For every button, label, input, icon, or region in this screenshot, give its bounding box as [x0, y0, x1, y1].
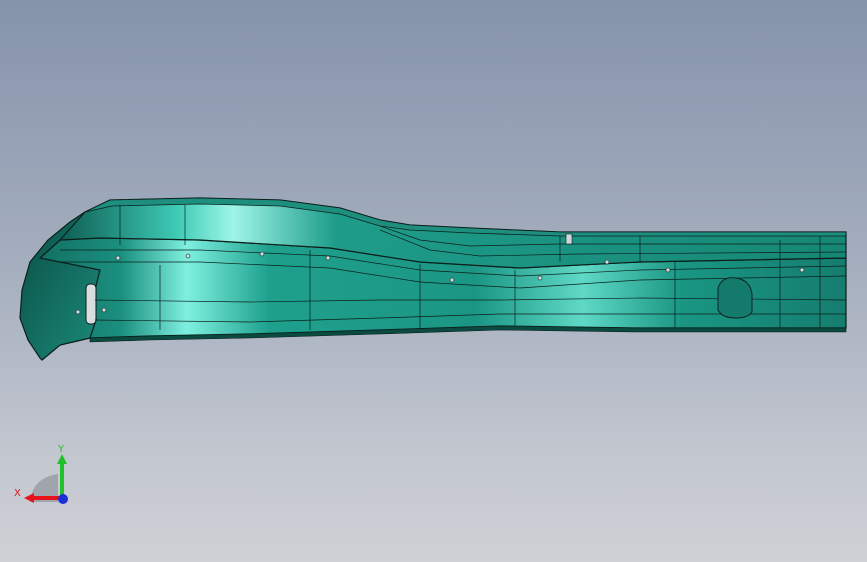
graphics-viewport[interactable]: X Y: [0, 0, 867, 562]
triad-z-axis: [58, 494, 68, 504]
part-notch: [565, 233, 573, 245]
part-pocket[interactable]: [717, 277, 753, 319]
triad-x-arrow: [24, 493, 34, 503]
triad-x-label: X: [14, 488, 21, 499]
triad-y-label: Y: [57, 444, 65, 455]
coordinate-triad[interactable]: X Y: [10, 440, 80, 510]
part-slot[interactable]: [85, 283, 97, 325]
cad-part-model[interactable]: [0, 0, 867, 562]
triad-y-arrow: [57, 454, 67, 464]
